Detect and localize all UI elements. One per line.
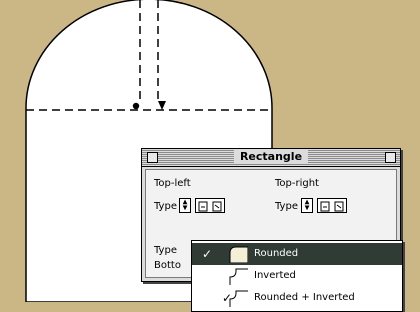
corner-handle-left[interactable] bbox=[132, 102, 140, 110]
palette-title: Rectangle bbox=[233, 150, 309, 164]
top-right-type-selector[interactable] bbox=[317, 198, 347, 213]
menu-item-label: Inverted bbox=[254, 270, 296, 281]
menu-item-rounded[interactable]: ✓ Rounded bbox=[192, 243, 402, 265]
menu-item-rounded-inverted[interactable]: ✓ Rounded + Inverted bbox=[192, 287, 402, 309]
corner-type-menu[interactable]: ✓ Rounded Inverted ✓ Rounded + Inverted bbox=[191, 240, 403, 312]
rounded-corner-icon bbox=[229, 246, 248, 263]
close-box-icon[interactable] bbox=[147, 152, 158, 163]
corner-type-icon bbox=[198, 201, 222, 212]
rounded-inverted-corner-icon bbox=[229, 290, 248, 307]
palette-titlebar[interactable]: Rectangle bbox=[142, 149, 400, 167]
zoom-box-icon[interactable] bbox=[385, 152, 396, 163]
menu-item-label: Rounded + Inverted bbox=[254, 292, 355, 303]
top-right-label: Top-right bbox=[275, 178, 319, 189]
bottom-type-label: Type bbox=[154, 245, 177, 256]
top-left-type-label: Type bbox=[154, 201, 177, 212]
corner-type-icon bbox=[320, 201, 344, 212]
top-right-type-label: Type bbox=[275, 201, 298, 212]
bottom-label: Botto bbox=[154, 260, 181, 271]
menu-item-inverted[interactable]: Inverted bbox=[192, 265, 402, 287]
top-right-stepper-icon[interactable]: ▲ ▼ bbox=[301, 198, 313, 213]
inverted-corner-icon bbox=[229, 268, 248, 285]
top-left-type-selector[interactable] bbox=[195, 198, 225, 213]
top-left-stepper-icon[interactable]: ▲ ▼ bbox=[179, 198, 191, 213]
checkmark-icon: ✓ bbox=[202, 247, 213, 261]
menu-item-label: Rounded bbox=[254, 248, 299, 259]
top-left-label: Top-left bbox=[154, 178, 191, 189]
